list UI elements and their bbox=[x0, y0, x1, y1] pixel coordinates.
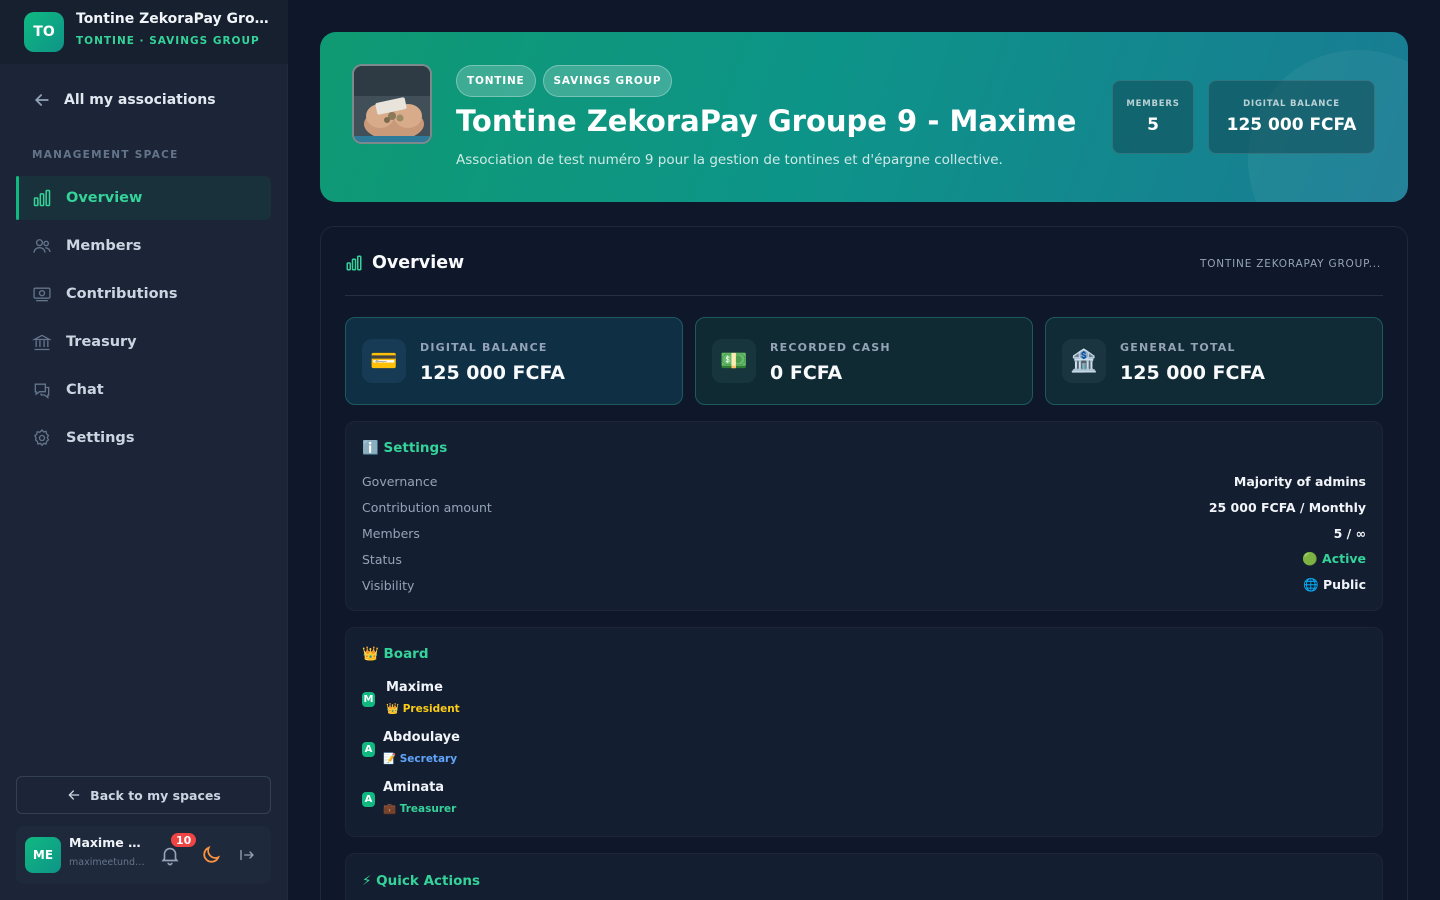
tag-savings-group: SAVINGS GROUP bbox=[542, 65, 673, 97]
overview-org-label: TONTINE ZEKORAPAY GROUP... bbox=[1200, 258, 1381, 270]
row-value: 25 000 FCFA / Monthly bbox=[1208, 499, 1366, 515]
row-key: Visibility bbox=[362, 577, 415, 593]
all-associations-label: All my associations bbox=[64, 92, 216, 108]
settings-row-members: Members 5 / ∞ bbox=[362, 523, 1366, 543]
arrow-left-icon bbox=[68, 790, 80, 800]
overview-heading: Overview bbox=[345, 253, 464, 273]
org-name: Tontine ZekoraPay Groupe 9 - Maxime bbox=[76, 11, 272, 27]
bar-chart-icon bbox=[346, 255, 362, 271]
sidebar-item-treasury[interactable]: Treasury bbox=[16, 320, 271, 364]
sidebar-item-label: Contributions bbox=[66, 286, 178, 302]
member-avatar: M bbox=[362, 692, 375, 707]
user-card: ME Maxime Etunde maximeetunde@example.co… bbox=[16, 826, 271, 884]
sidebar-item-label: Treasury bbox=[66, 334, 137, 350]
cash-icon bbox=[33, 287, 51, 302]
card-label: RECORDED CASH bbox=[770, 341, 891, 354]
users-icon bbox=[33, 239, 51, 253]
sidebar-item-label: Overview bbox=[66, 190, 143, 206]
digital-balance-stat: DIGITAL BALANCE 125 000 FCFA bbox=[1208, 80, 1375, 154]
recorded-cash-card: 💵 RECORDED CASH 0 FCFA bbox=[695, 317, 1033, 405]
section-label: MANAGEMENT SPACE bbox=[32, 149, 179, 161]
page-title: Tontine ZekoraPay Groupe 9 - Maxime bbox=[456, 104, 1077, 138]
digital-balance-stat-value: 125 000 FCFA bbox=[1226, 115, 1357, 135]
association-description: Association de test numéro 9 pour la ges… bbox=[456, 152, 1003, 168]
board-title: 👑 Board bbox=[362, 646, 429, 662]
card-value: 125 000 FCFA bbox=[1120, 362, 1265, 384]
member-role: 💼 Treasurer bbox=[383, 803, 457, 815]
avatar[interactable]: ME bbox=[25, 837, 61, 873]
overview-panel: Overview TONTINE ZEKORAPAY GROUP... 💳 DI… bbox=[320, 226, 1408, 900]
sidebar-item-contributions[interactable]: Contributions bbox=[16, 272, 271, 316]
member-avatar: A bbox=[362, 742, 375, 757]
sidebar-item-overview[interactable]: Overview bbox=[16, 176, 271, 220]
row-key: Members bbox=[362, 525, 420, 541]
sidebar-nav: Overview Members Contributions Treasury … bbox=[16, 176, 271, 464]
cash-icon: 💵 bbox=[712, 339, 756, 383]
member-name: Maxime bbox=[386, 680, 443, 695]
member-role: 👑 President bbox=[386, 703, 460, 715]
members-stat: MEMBERS 5 bbox=[1112, 80, 1194, 154]
user-name: Maxime Etunde bbox=[69, 835, 145, 850]
member-name: Abdoulaye bbox=[383, 730, 460, 745]
members-stat-value: 5 bbox=[1147, 115, 1159, 135]
org-subtitle: TONTINE · SAVINGS GROUP bbox=[76, 35, 260, 47]
settings-row-status: Status 🟢 Active bbox=[362, 549, 1366, 569]
arrow-left-icon bbox=[34, 94, 49, 106]
back-to-spaces-button[interactable]: Back to my spaces bbox=[16, 776, 271, 814]
settings-row-visibility: Visibility 🌐 Public bbox=[362, 575, 1366, 595]
overview-title: Overview bbox=[372, 253, 465, 273]
member-name: Aminata bbox=[383, 780, 445, 795]
members-stat-label: MEMBERS bbox=[1126, 99, 1180, 109]
org-header[interactable]: TO Tontine ZekoraPay Groupe 9 - Maxime T… bbox=[0, 0, 288, 64]
general-total-card: 🏦 GENERAL TOTAL 125 000 FCFA bbox=[1045, 317, 1383, 405]
bar-chart-icon bbox=[33, 189, 51, 207]
sidebar-item-label: Members bbox=[66, 238, 142, 254]
row-key: Contribution amount bbox=[362, 499, 492, 515]
row-value: 🌐 Public bbox=[1303, 577, 1366, 592]
card-label: GENERAL TOTAL bbox=[1120, 341, 1236, 354]
card-label: DIGITAL BALANCE bbox=[420, 341, 548, 354]
moon-icon[interactable] bbox=[200, 844, 222, 866]
row-value: 5 / ∞ bbox=[1333, 525, 1366, 541]
digital-balance-card: 💳 DIGITAL BALANCE 125 000 FCFA bbox=[345, 317, 683, 405]
sidebar-item-settings[interactable]: Settings bbox=[16, 416, 271, 460]
settings-title: ℹ️ Settings bbox=[362, 440, 448, 456]
logout-icon[interactable] bbox=[238, 846, 256, 864]
user-email: maximeetunde@example.com bbox=[69, 857, 145, 868]
back-to-spaces-label: Back to my spaces bbox=[90, 787, 221, 803]
row-value: Majority of admins bbox=[1233, 473, 1366, 489]
member-role: 📝 Secretary bbox=[383, 753, 458, 765]
status-badge: 🟢 Active bbox=[1302, 551, 1366, 566]
association-banner: TONTINE SAVINGS GROUP Tontine ZekoraPay … bbox=[320, 32, 1408, 202]
sidebar: TO Tontine ZekoraPay Groupe 9 - Maxime T… bbox=[0, 0, 288, 900]
digital-balance-stat-label: DIGITAL BALANCE bbox=[1243, 99, 1340, 109]
quick-actions-title: ⚡ Quick Actions bbox=[362, 873, 481, 889]
sidebar-item-label: Settings bbox=[66, 430, 135, 446]
member-avatar: A bbox=[362, 792, 375, 807]
sidebar-item-members[interactable]: Members bbox=[16, 224, 271, 268]
settings-row-contribution: Contribution amount 25 000 FCFA / Monthl… bbox=[362, 497, 1366, 517]
board-box: 👑 Board M Maxime 👑 President A Abdoulaye… bbox=[345, 627, 1383, 837]
sidebar-item-chat[interactable]: Chat bbox=[16, 368, 271, 412]
gear-icon bbox=[34, 429, 50, 447]
quick-actions-box: ⚡ Quick Actions bbox=[345, 853, 1383, 900]
org-avatar: TO bbox=[24, 12, 64, 52]
tag-tontine: TONTINE bbox=[456, 65, 536, 97]
credit-card-icon: 💳 bbox=[362, 339, 406, 383]
settings-row-governance: Governance Majority of admins bbox=[362, 471, 1366, 491]
association-image bbox=[352, 64, 432, 144]
settings-box: ℹ️ Settings Governance Majority of admin… bbox=[345, 421, 1383, 611]
row-key: Governance bbox=[362, 473, 438, 489]
sidebar-item-label: Chat bbox=[66, 382, 104, 398]
card-value: 0 FCFA bbox=[770, 362, 843, 384]
chat-icon bbox=[34, 383, 50, 399]
bank-icon bbox=[32, 334, 52, 351]
tag-list: TONTINE SAVINGS GROUP bbox=[456, 65, 673, 97]
bank-icon: 🏦 bbox=[1062, 339, 1106, 383]
notification-badge: 10 bbox=[169, 831, 199, 849]
all-associations-link[interactable]: All my associations bbox=[32, 90, 216, 110]
divider bbox=[345, 295, 1383, 296]
card-value: 125 000 FCFA bbox=[420, 362, 565, 384]
row-key: Status bbox=[362, 551, 402, 567]
